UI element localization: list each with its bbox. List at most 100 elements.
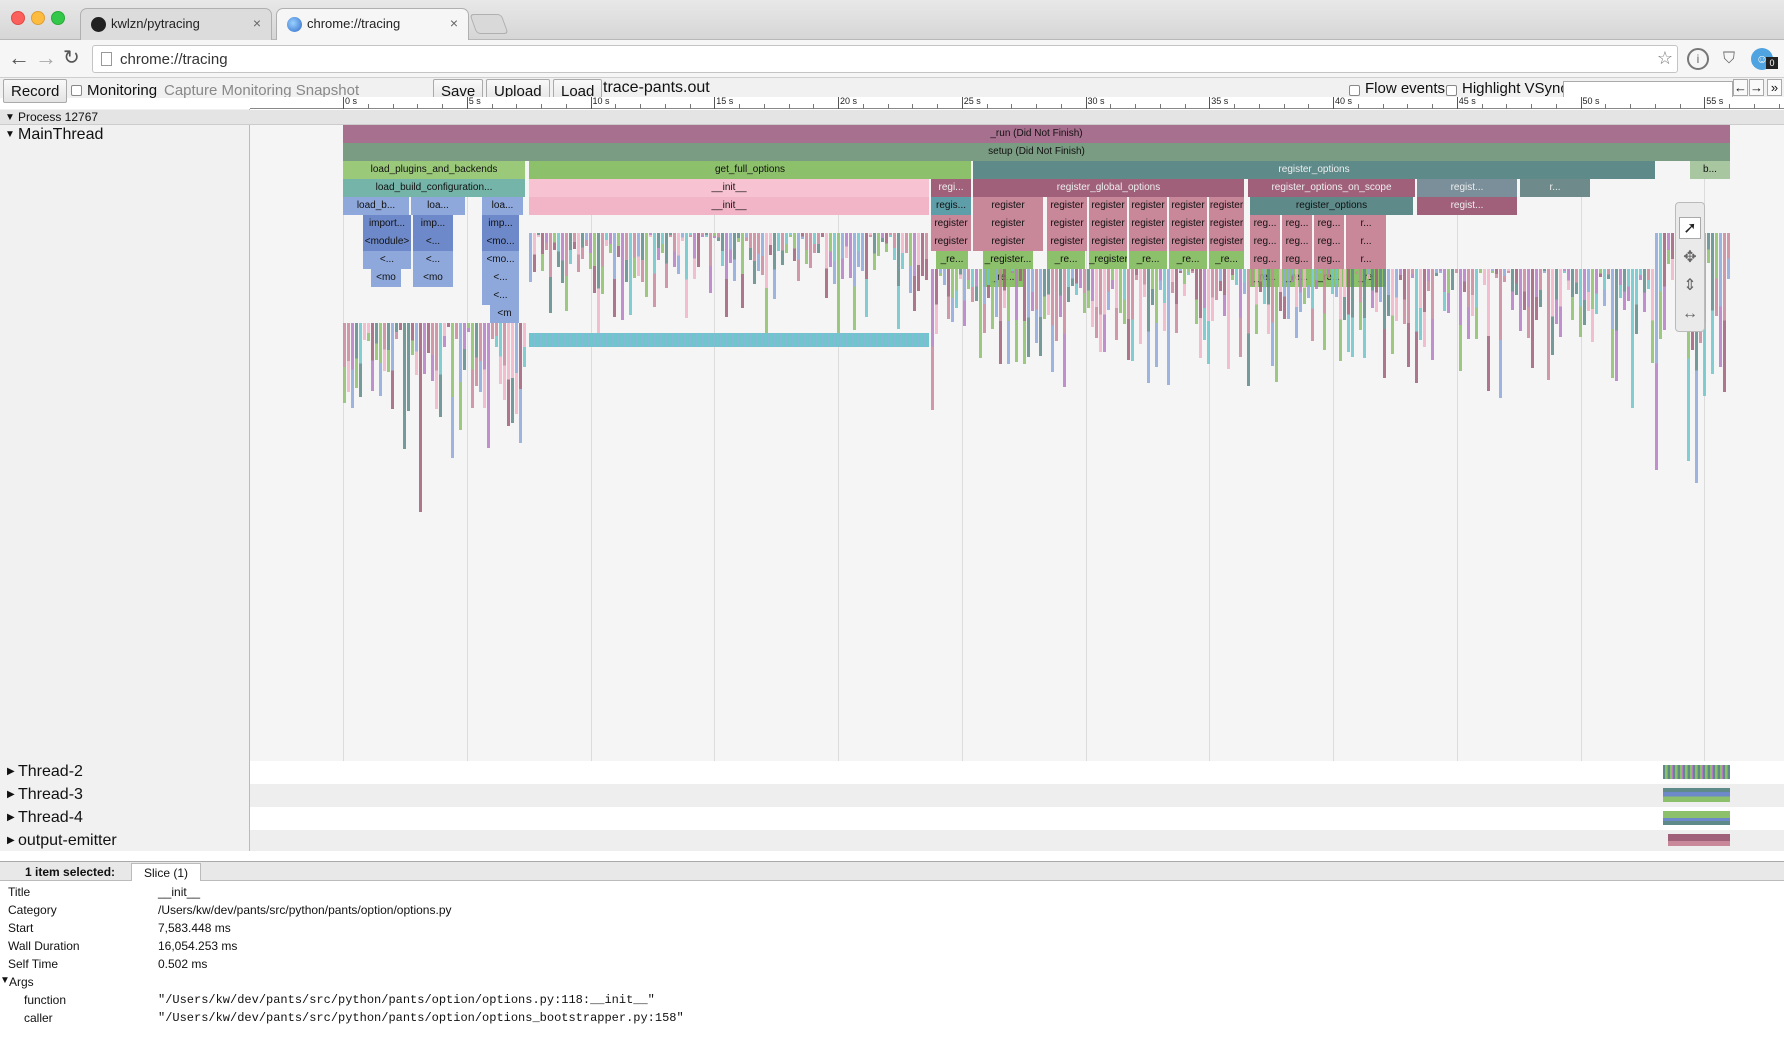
slice-re-4[interactable]: _re... — [1169, 251, 1207, 269]
slice-register-p[interactable]: register — [1047, 233, 1087, 251]
slice-reg-g[interactable]: reg... — [1250, 251, 1280, 269]
slice-lt-4[interactable]: <... — [482, 269, 519, 287]
slice-reg-f[interactable]: reg... — [1314, 233, 1344, 251]
slice-r-a[interactable]: r... — [1346, 215, 1386, 233]
slice-reg-d[interactable]: reg... — [1250, 233, 1280, 251]
slice-register-3[interactable]: _register — [1089, 251, 1127, 269]
process-header[interactable]: ▼ Process 12767 — [0, 110, 1784, 125]
reload-icon[interactable]: ↻ — [63, 46, 80, 70]
output-emitter-lane[interactable] — [250, 830, 1784, 851]
slice-setup[interactable]: setup (Did Not Finish) — [343, 143, 1730, 161]
slice-module-1[interactable]: <module> — [363, 233, 411, 251]
close-window-button[interactable] — [11, 11, 25, 25]
thread-3-slices[interactable] — [1663, 788, 1730, 802]
slice-register-c[interactable]: register — [1089, 197, 1127, 215]
output-emitter-slices[interactable] — [1668, 834, 1730, 846]
slice-load-plugins[interactable]: load_plugins_and_backends — [343, 161, 525, 179]
slice-import-1[interactable]: import... — [363, 215, 411, 233]
slice-lt-1[interactable]: <... — [413, 233, 453, 251]
slice-run[interactable]: _run (Did Not Finish) — [343, 125, 1730, 143]
close-tab-icon[interactable]: × — [253, 15, 261, 31]
slice-register-f[interactable]: register — [1209, 197, 1244, 215]
output-emitter-expand-icon[interactable]: ▶ — [7, 835, 15, 846]
pan-tool-icon[interactable]: ✥ — [1679, 247, 1701, 269]
slice-register-g[interactable]: register — [931, 215, 971, 233]
slice-reg-c[interactable]: reg... — [1314, 215, 1344, 233]
slice-register-e[interactable]: register — [1169, 197, 1207, 215]
back-icon[interactable]: ← — [8, 46, 30, 70]
slice-m[interactable]: <m — [490, 305, 519, 323]
slice-register-j[interactable]: register — [1089, 215, 1127, 233]
slice-register-d[interactable]: register — [1129, 197, 1167, 215]
mainthread-expand-icon[interactable]: ▼ — [5, 129, 15, 140]
process-collapse-icon[interactable]: ▼ — [5, 110, 15, 125]
slice-register-m[interactable]: register — [1209, 215, 1244, 233]
slice-register-b[interactable]: register — [1047, 197, 1087, 215]
slice-register-l[interactable]: register — [1169, 215, 1207, 233]
slice-register-i[interactable]: register — [1047, 215, 1087, 233]
slice-register-a[interactable]: register — [973, 197, 1043, 215]
tab-chrome-tracing[interactable]: chrome://tracing × — [276, 8, 469, 40]
slice-register-2[interactable]: _register... — [983, 251, 1033, 269]
slice-register-s[interactable]: register — [1169, 233, 1207, 251]
highlight-vsync-checkbox[interactable] — [1446, 85, 1457, 96]
slice-init-2[interactable]: __init__ — [529, 197, 929, 215]
slice-lt-2[interactable]: <... — [363, 251, 411, 269]
slice-mo-2[interactable]: <mo... — [482, 251, 519, 269]
monitoring-checkbox[interactable] — [71, 85, 82, 96]
slice-regist-1[interactable]: regist... — [1417, 179, 1517, 197]
slice-reg-i[interactable]: reg... — [1314, 251, 1344, 269]
slice-load-b[interactable]: load_b... — [343, 197, 409, 215]
thread-4-lane[interactable] — [250, 807, 1784, 830]
slice-register-global-options[interactable]: register_global_options — [973, 179, 1244, 197]
address-input[interactable]: chrome://tracing ☆ — [92, 45, 1678, 73]
slice-re-1[interactable]: _re... — [936, 251, 968, 269]
tab-pytracing[interactable]: kwlzn/pytracing × — [80, 8, 272, 40]
info-extension-icon[interactable]: i — [1687, 48, 1709, 70]
shield-extension-icon[interactable]: ⛉ — [1718, 48, 1740, 70]
slice-loa-2[interactable]: loa... — [482, 197, 523, 215]
slice-loa-1[interactable]: loa... — [411, 197, 465, 215]
slice-reg-h[interactable]: reg... — [1282, 251, 1312, 269]
slice-register-options-2[interactable]: register_options — [1250, 197, 1413, 215]
slice-register-k[interactable]: register — [1129, 215, 1167, 233]
slice-lt-3[interactable]: <... — [413, 251, 453, 269]
slice-init-1[interactable]: __init__ — [529, 179, 929, 197]
slice-r-1[interactable]: r... — [1520, 179, 1590, 197]
zoom-window-button[interactable] — [51, 11, 65, 25]
slice-reg-e[interactable]: reg... — [1282, 233, 1312, 251]
thread-2-lane[interactable] — [250, 761, 1784, 784]
timeline-track-area[interactable]: _run (Did Not Finish) setup (Did Not Fin… — [250, 125, 1784, 851]
forward-icon[interactable]: → — [35, 46, 57, 70]
selection-tool-icon[interactable]: ➚ — [1679, 217, 1701, 239]
thread-2-expand-icon[interactable]: ▶ — [7, 766, 15, 777]
thread-4-expand-icon[interactable]: ▶ — [7, 812, 15, 823]
time-ruler[interactable]: 0 s 5 s 10 s 15 s 20 s 25 s 30 s 35 s 40 s 45 s 50… — [250, 96, 1784, 109]
slice-b[interactable]: b... — [1690, 161, 1730, 179]
slice-imp-2[interactable]: imp... — [482, 215, 519, 233]
slice-mo-1[interactable]: <mo... — [482, 233, 519, 251]
tab-slice[interactable]: Slice (1) — [131, 863, 202, 882]
slice-re-5[interactable]: _re... — [1209, 251, 1244, 269]
record-button[interactable]: Record — [3, 79, 68, 103]
slice-regis[interactable]: regis... — [931, 197, 971, 215]
slice-get-full-options[interactable]: get_full_options — [529, 161, 971, 179]
thread-3-lane[interactable] — [250, 784, 1784, 807]
thread-2-slices[interactable] — [1663, 765, 1730, 779]
slice-register-r[interactable]: register — [1129, 233, 1167, 251]
slice-lt-5[interactable]: <... — [482, 287, 519, 305]
slice-reg-b[interactable]: reg... — [1282, 215, 1312, 233]
slice-r-b[interactable]: r... — [1346, 233, 1386, 251]
new-tab-button[interactable] — [469, 14, 509, 34]
zoom-tool-icon[interactable]: ⇕ — [1679, 275, 1701, 297]
slice-load-build-configuration[interactable]: load_build_configuration... — [343, 179, 525, 197]
slice-regi[interactable]: regi... — [931, 179, 971, 197]
thread-4-slices[interactable] — [1663, 811, 1730, 825]
slice-re-3[interactable]: _re... — [1129, 251, 1167, 269]
slice-regist-2[interactable]: regist... — [1417, 197, 1517, 215]
flow-events-checkbox[interactable] — [1349, 85, 1360, 96]
slice-mo-3[interactable]: <mo — [371, 269, 401, 287]
slice-reg-a[interactable]: reg... — [1250, 215, 1280, 233]
slice-imp-1[interactable]: imp... — [413, 215, 453, 233]
slice-register-options[interactable]: register_options — [973, 161, 1655, 179]
